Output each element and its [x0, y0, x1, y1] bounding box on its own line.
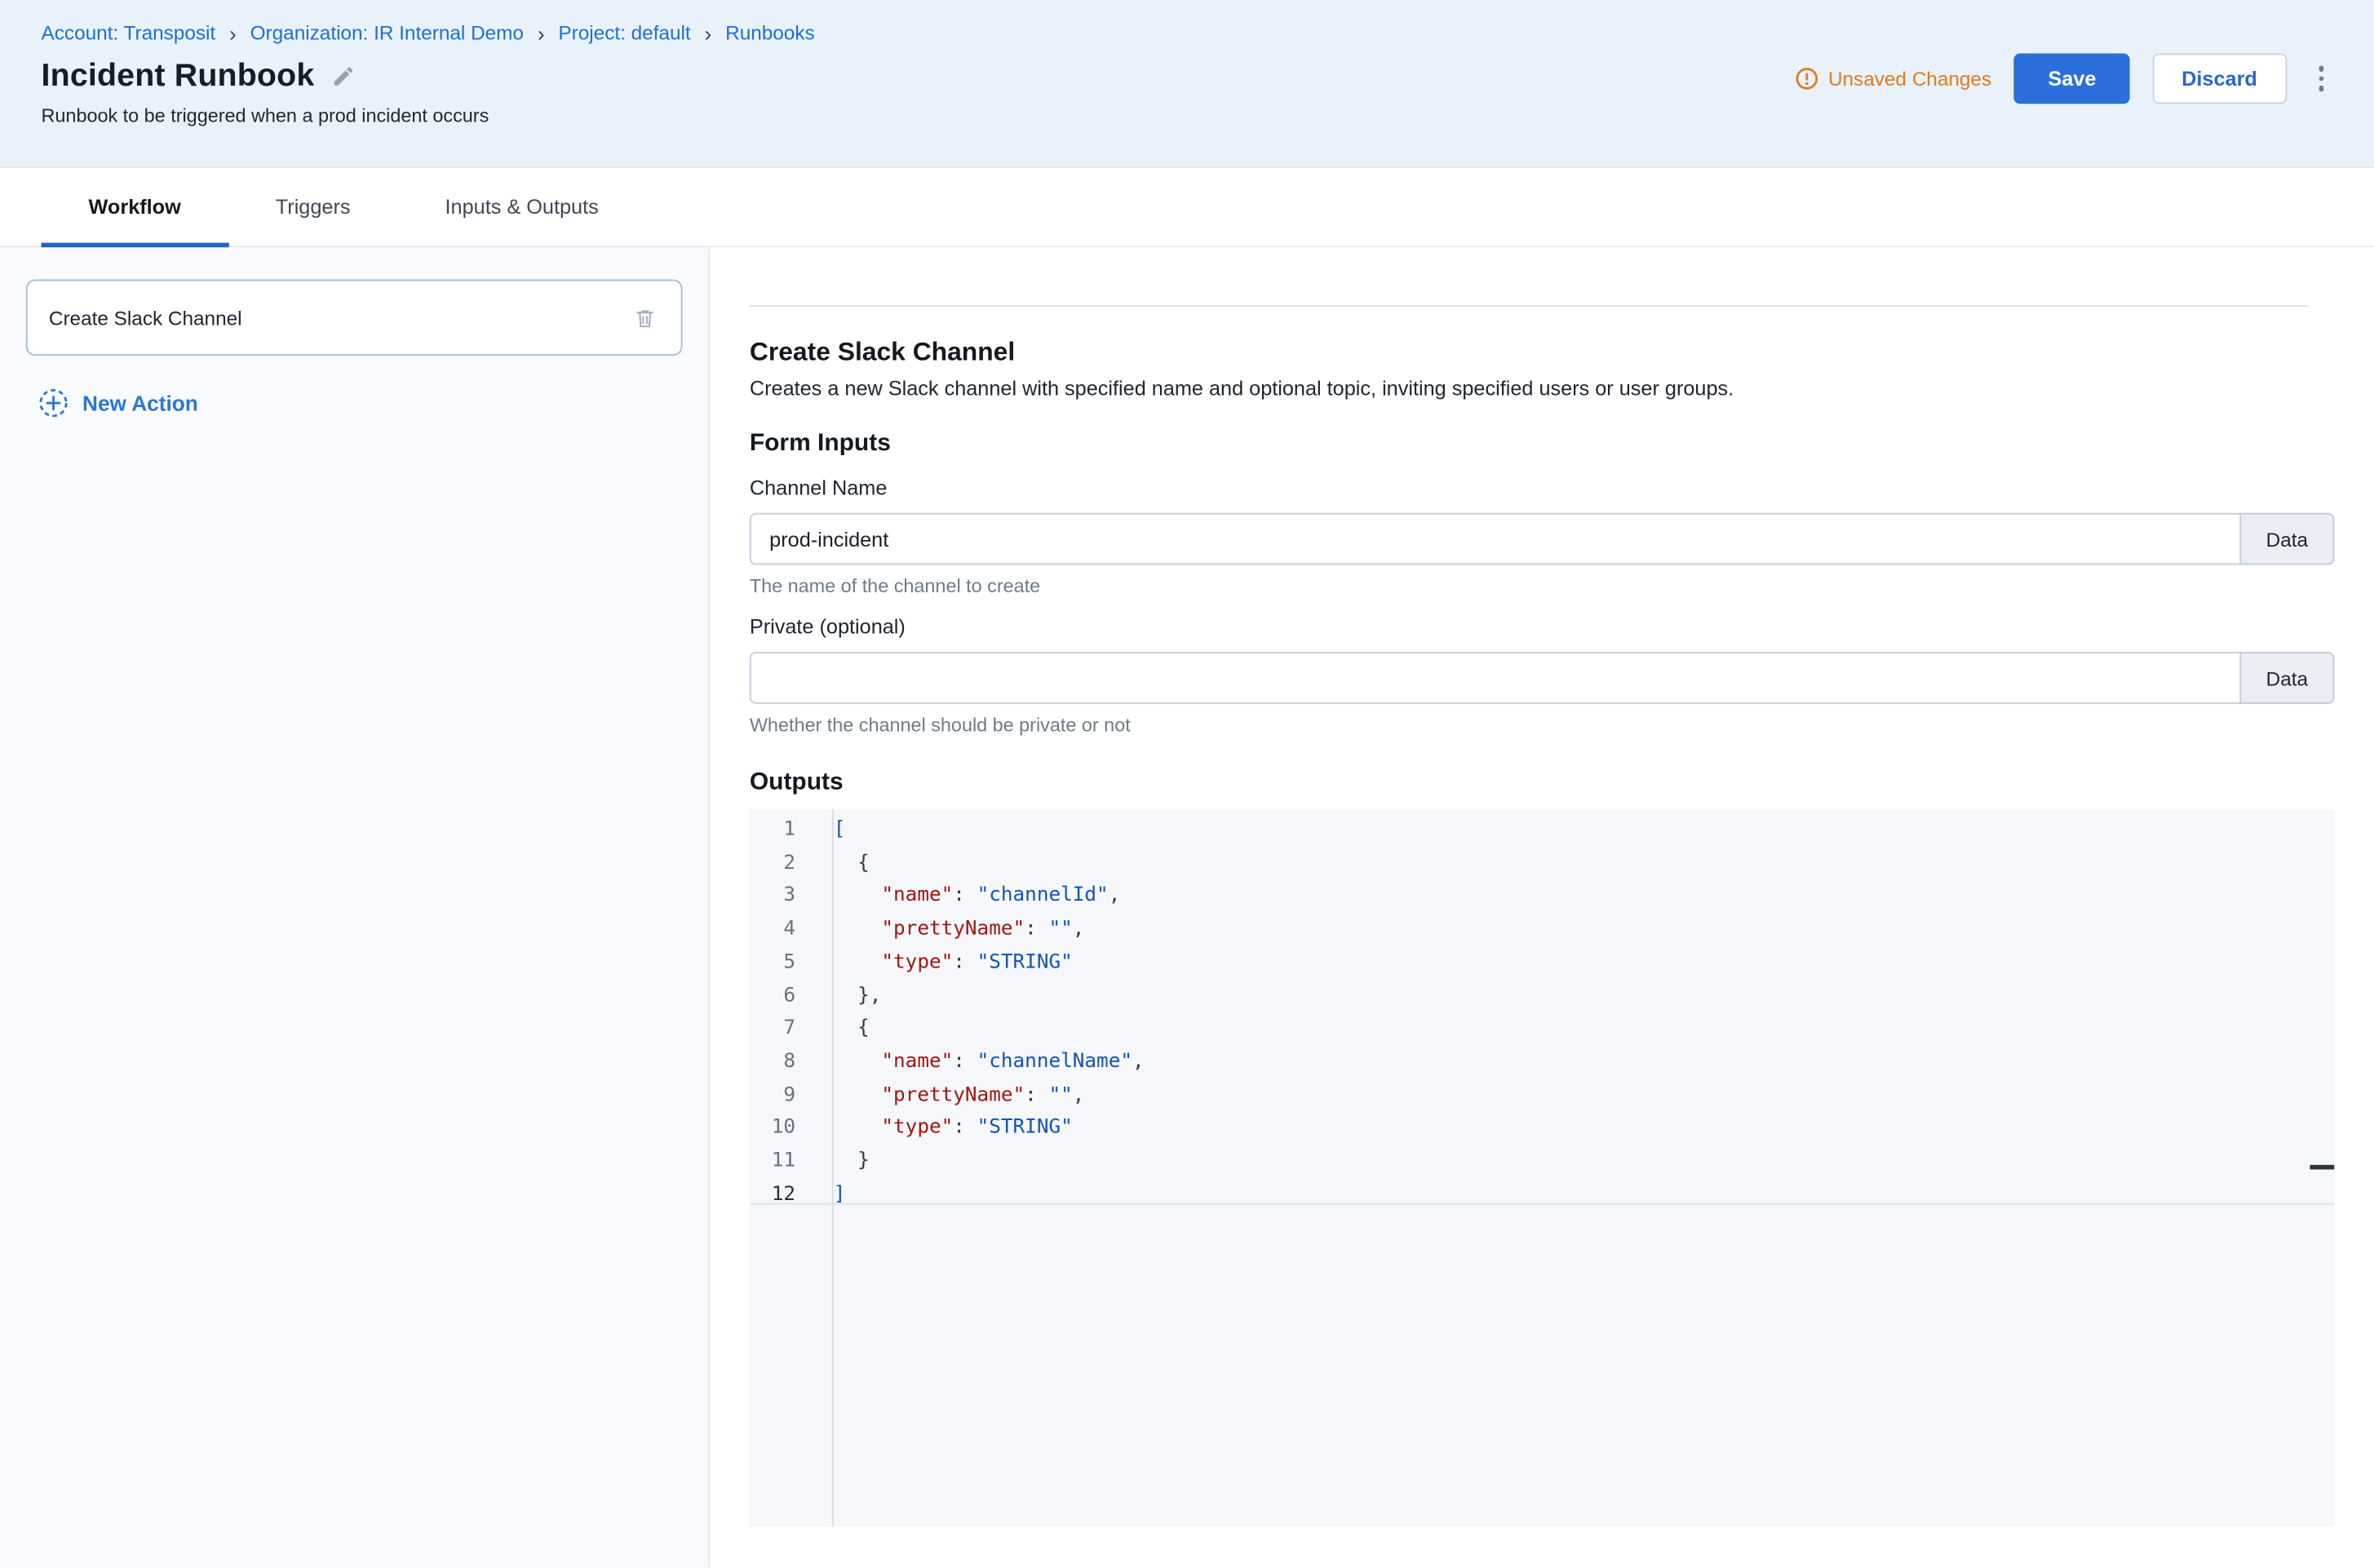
tab-inputs-outputs[interactable]: Inputs & Outputs	[398, 168, 646, 246]
page-header: Account: Transposit › Organization: IR I…	[0, 0, 2374, 168]
editor-line-separator	[750, 1203, 2335, 1205]
add-action-icon	[38, 388, 69, 418]
divider	[750, 305, 2309, 307]
unsaved-changes-badge: Unsaved Changes	[1796, 67, 1991, 90]
breadcrumb: Account: Transposit › Organization: IR I…	[42, 21, 2333, 44]
edit-title-icon[interactable]	[331, 64, 356, 89]
form-inputs-heading: Form Inputs	[750, 431, 2335, 458]
warning-icon	[1796, 67, 1819, 90]
tab-triggers[interactable]: Triggers	[228, 168, 398, 246]
channel-name-input[interactable]	[750, 513, 2335, 565]
action-detail-panel: Create Slack Channel Creates a new Slack…	[710, 247, 2374, 1568]
workflow-step-label: Create Slack Channel	[49, 306, 631, 329]
breadcrumb-runbooks-link[interactable]: Runbooks	[725, 21, 815, 44]
channel-name-help: The name of the channel to create	[750, 576, 2335, 597]
workflow-steps-panel: Create Slack Channel New Action	[0, 247, 710, 1568]
channel-name-field: Data	[750, 513, 2335, 565]
private-field: Data	[750, 652, 2335, 704]
private-label: Private (optional)	[750, 615, 2335, 638]
discard-button[interactable]: Discard	[2153, 53, 2287, 104]
more-options-icon[interactable]	[2309, 60, 2332, 97]
page-title: Incident Runbook	[42, 58, 315, 95]
breadcrumb-project-link[interactable]: Project: default	[558, 21, 690, 44]
outputs-heading: Outputs	[750, 769, 2335, 797]
breadcrumb-separator-icon: ›	[229, 22, 237, 43]
new-action-label: New Action	[82, 391, 198, 415]
channel-name-label: Channel Name	[750, 476, 2335, 499]
editor-scroll-marker	[2310, 1165, 2334, 1170]
outputs-code-editor[interactable]: 1[2 {3 "name": "channelId",4 "prettyName…	[750, 809, 2335, 1527]
runbook-editor-page: Account: Transposit › Organization: IR I…	[0, 0, 2374, 1568]
new-action-button[interactable]: New Action	[38, 388, 683, 418]
workflow-step-create-slack-channel[interactable]: Create Slack Channel	[26, 279, 683, 356]
action-title: Create Slack Channel	[750, 338, 2335, 368]
delete-step-icon[interactable]	[631, 303, 660, 332]
tab-workflow[interactable]: Workflow	[42, 168, 228, 246]
page-subtitle: Runbook to be triggered when a prod inci…	[42, 105, 2333, 126]
private-data-button[interactable]: Data	[2239, 652, 2334, 704]
breadcrumb-organization-link[interactable]: Organization: IR Internal Demo	[250, 21, 524, 44]
private-help: Whether the channel should be private or…	[750, 715, 2335, 736]
breadcrumb-separator-icon: ›	[705, 22, 712, 43]
outputs-code-lines: 1[2 {3 "name": "channelId",4 "prettyName…	[750, 813, 2335, 1211]
breadcrumb-separator-icon: ›	[538, 22, 545, 43]
unsaved-changes-label: Unsaved Changes	[1828, 67, 1991, 90]
save-button[interactable]: Save	[2014, 53, 2129, 104]
breadcrumb-account-link[interactable]: Account: Transposit	[42, 21, 216, 44]
channel-name-data-button[interactable]: Data	[2239, 513, 2334, 565]
action-description: Creates a new Slack channel with specifi…	[750, 377, 2335, 400]
private-input[interactable]	[750, 652, 2335, 704]
tab-bar: Workflow Triggers Inputs & Outputs	[0, 168, 2374, 247]
